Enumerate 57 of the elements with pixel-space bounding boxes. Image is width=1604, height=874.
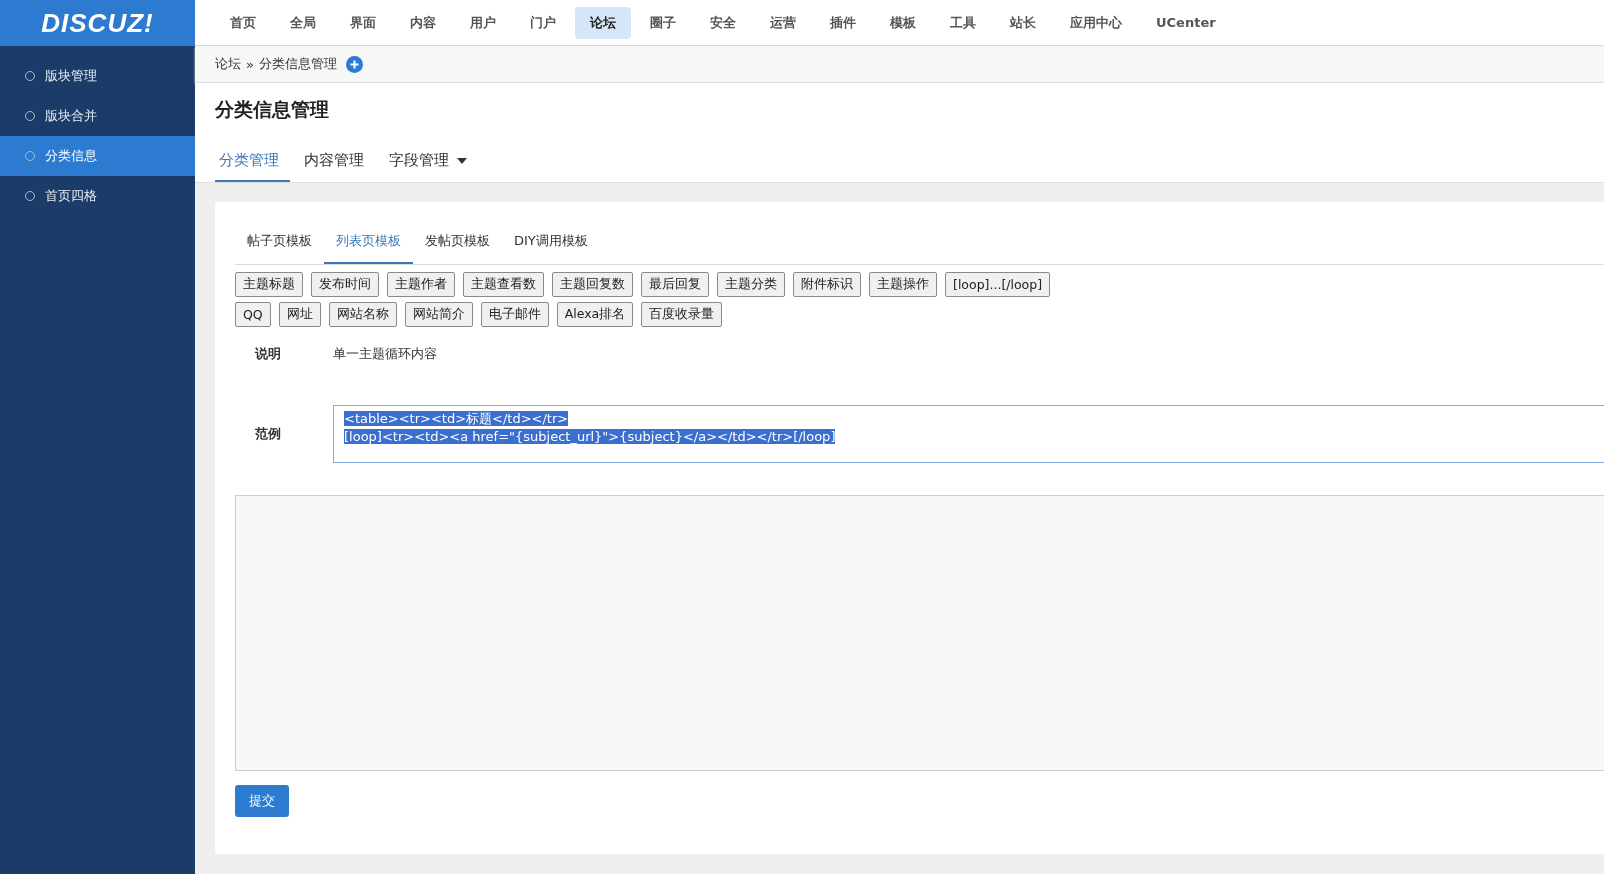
nav-tab[interactable]: 全局 [275,6,331,39]
nav-tab[interactable]: 内容 [395,6,451,39]
insert-tag-button[interactable]: 主题标题 [235,272,303,297]
sub-tab[interactable]: 帖子页模板 [235,224,324,264]
submit-button[interactable]: 提交 [235,785,289,817]
insert-tag-button[interactable]: 附件标识 [793,272,861,297]
insert-tag-button[interactable]: 电子邮件 [480,302,549,327]
caret-icon [457,157,467,164]
sub-tab[interactable]: 列表页模板 [324,224,413,264]
insert-tag-button[interactable]: [loop]...[/loop] [945,272,1051,297]
insert-tag-button[interactable]: 主题操作 [869,272,937,297]
insert-tag-button[interactable]: 网址 [278,302,321,327]
breadcrumb-link[interactable]: 论坛 [215,55,241,73]
nav-tab[interactable]: 运营 [755,6,811,39]
nav-tab[interactable]: 论坛 [575,6,631,39]
insert-tag-button[interactable]: 主题分类 [717,272,785,297]
nav-tab[interactable]: 应用中心 [1055,6,1137,39]
sidebar-item[interactable]: 分类信息 [0,136,195,176]
nav-tab[interactable]: 门户 [515,6,571,39]
nav-tab[interactable]: 插件 [815,6,871,39]
nav-tab[interactable]: 工具 [935,6,991,39]
example-field[interactable]: <table><tr><td>标题</td></tr> [loop]<tr><td><a href="{subject_url}">{subject}</a></td></tr>[/loop] [333,405,1604,463]
tab[interactable]: 字段管理 [385,143,478,182]
tab[interactable]: 分类管理 [215,143,290,182]
sidebar-item[interactable]: 版块管理 [0,56,195,96]
insert-tag-button[interactable]: 主题查看数 [463,272,544,297]
nav-tab[interactable]: 模板 [875,6,931,39]
breadcrumb-current: 分类信息管理 [258,55,337,73]
template-field[interactable] [235,495,1604,771]
sub-tab[interactable]: DIY调用模板 [502,224,600,264]
sidebar-item[interactable]: 版块合并 [0,96,195,136]
field-label: 范例 [254,425,282,443]
nav-tab[interactable]: 圈子 [635,6,691,39]
insert-tag-button[interactable]: Alexa排名 [556,302,634,327]
insert-tag-button[interactable]: QQ [235,302,271,327]
nav-tab[interactable]: 安全 [695,6,751,39]
add-icon[interactable] [345,55,363,73]
tab[interactable]: 内容管理 [300,143,375,182]
nav-tab[interactable]: 用户 [455,6,511,39]
nav-tab[interactable]: 界面 [335,6,391,39]
breadcrumb-separator: » [246,56,254,72]
insert-tag-button[interactable]: 百度收录量 [641,302,723,327]
nav-tab[interactable]: 站长 [995,6,1051,39]
description-text: 单一主题循环内容 [333,345,438,363]
insert-tag-button[interactable]: 主题作者 [387,272,455,297]
nav-tab[interactable]: 首页 [215,6,271,39]
insert-tag-button[interactable]: 最后回复 [641,272,709,297]
sub-tab[interactable]: 发帖页模板 [413,224,502,264]
field-label: 说明 [253,345,282,363]
nav-tab[interactable]: UCenter [1141,8,1231,37]
insert-tag-button[interactable]: 发布时间 [311,272,379,297]
insert-tag-button[interactable]: 网站简介 [404,302,473,327]
sidebar-item[interactable]: 首页四格 [0,176,195,216]
insert-tag-button[interactable]: 主题回复数 [552,272,633,297]
page-title: 分类信息管理 [215,97,330,122]
logo: DISCUZ! [0,0,195,46]
insert-tag-button[interactable]: 网站名称 [328,302,397,327]
